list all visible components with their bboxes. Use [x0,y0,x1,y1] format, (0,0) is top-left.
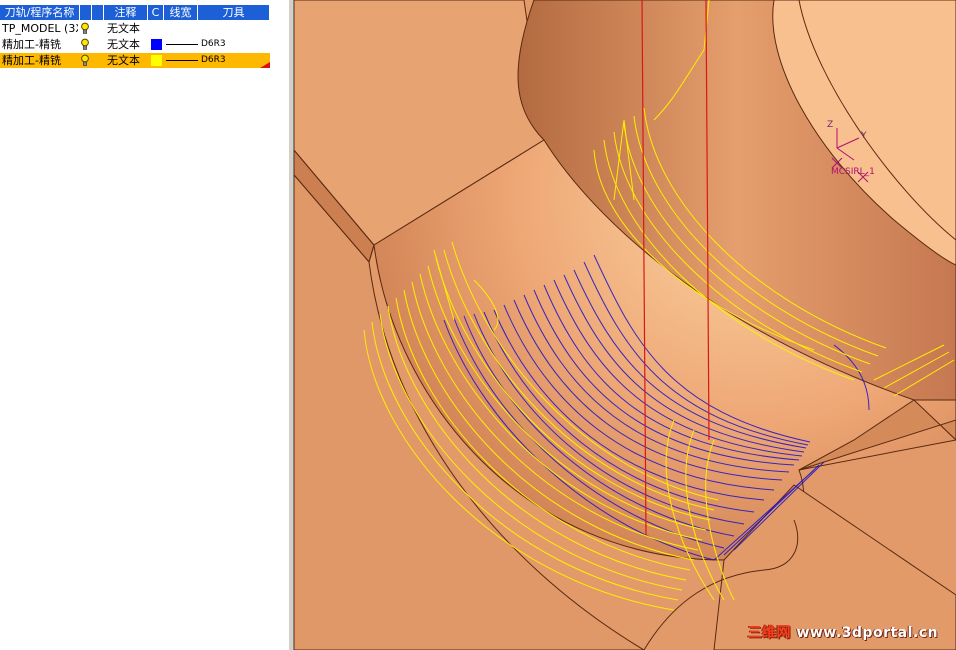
tree-row-finish-1[interactable]: 精加工-精铣 无文本 D6R3 [0,37,270,52]
axis-y-label: Y [860,131,867,141]
linewidth-sample [166,44,198,45]
row-name: TP_MODEL (3X [2,22,78,35]
row-comment: 无文本 [107,22,140,35]
color-swatch[interactable] [151,39,162,50]
axis-z-label: Z [827,120,833,130]
part-model-view: Z Y MCSIRL_1 [294,0,956,650]
row-comment: 无文本 [107,38,140,51]
column-header-tool[interactable]: 刀具 [198,5,270,20]
linewidth-sample [166,60,198,61]
row-marker-icon [260,62,270,68]
row-name: 精加工-精铣 [2,38,61,51]
watermark-url: www.3dportal.cn [796,625,938,641]
lightbulb-icon[interactable] [80,38,90,51]
tree-row-tp-model[interactable]: TP_MODEL (3X 无文本 [0,21,270,36]
operation-navigator: 刀轨/程序名称 注释 C 线宽 刀具 TP_MODEL (3X 无文本 精加工-… [0,0,288,650]
column-header-blank-2[interactable] [92,5,104,20]
column-header-linewidth[interactable]: 线宽 [164,5,198,20]
tree-row-finish-2-selected[interactable]: 精加工-精铣 无文本 D6R3 [0,53,270,68]
lightbulb-icon[interactable] [80,22,90,35]
csys-label: MCSIRL_1 [831,167,875,177]
column-header-comment[interactable]: 注释 [104,5,148,20]
navigator-header: 刀轨/程序名称 注释 C 线宽 刀具 [0,5,270,20]
column-header-color[interactable]: C [148,5,164,20]
row-name: 精加工-精铣 [2,54,61,67]
row-comment: 无文本 [107,54,140,67]
color-swatch[interactable] [151,55,162,66]
watermark-cn: 三维网 [747,625,792,641]
row-tool: D6R3 [201,39,226,49]
watermark: 三维网 www.3dportal.cn [748,622,938,642]
row-tool: D6R3 [201,55,226,65]
graphics-viewport[interactable]: Z Y MCSIRL_1 三维网 www.3dportal.cn [294,0,956,650]
column-header-name[interactable]: 刀轨/程序名称 [0,5,80,20]
lightbulb-icon[interactable] [80,54,90,67]
column-header-blank-1[interactable] [80,5,92,20]
